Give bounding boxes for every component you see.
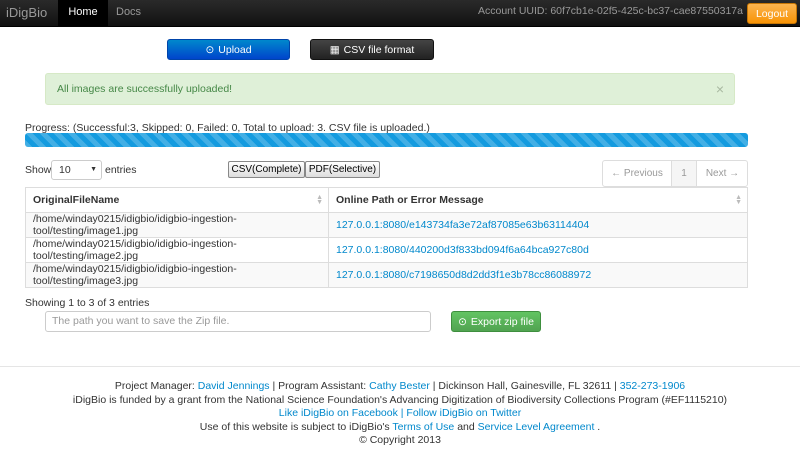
chevron-down-icon: ▼ bbox=[90, 166, 97, 173]
alert-message: All images are successfully uploaded! bbox=[57, 83, 233, 95]
next-page-button[interactable]: Next → bbox=[697, 161, 748, 186]
circle-icon: ⊙ bbox=[458, 316, 467, 328]
column-header-label: OriginalFileName bbox=[33, 194, 120, 206]
terms-link[interactable]: Terms of Use bbox=[392, 421, 454, 433]
footer-text: Use of this website is subject to iDigBi… bbox=[199, 420, 393, 433]
upload-button[interactable]: ⊙ Upload bbox=[167, 39, 290, 60]
filename-cell: /home/winday0215/idigbio/idigbio-ingesti… bbox=[25, 212, 329, 238]
logout-button[interactable]: Logout bbox=[747, 3, 797, 24]
footer-contacts: Project Manager: David Jennings | Progra… bbox=[0, 380, 800, 394]
footer-address: | Dickinson Hall, Gainesville, FL 32611 … bbox=[429, 380, 620, 392]
footer-text: and bbox=[454, 420, 478, 433]
nav-home[interactable]: Home bbox=[58, 0, 108, 27]
export-zip-label: Export zip file bbox=[470, 316, 534, 328]
footer-text: | Program Assistant: bbox=[269, 380, 370, 392]
footer-divider bbox=[0, 366, 800, 367]
column-header-path[interactable]: Online Path or Error Message ▲ ▼ bbox=[328, 187, 748, 213]
account-uuid: Account UUID: 60f7cb1e-02f5-425c-bc37-ca… bbox=[477, 5, 743, 17]
table-row: /home/winday0215/idigbio/idigbio-ingesti… bbox=[25, 212, 748, 238]
success-alert: All images are successfully uploaded! × bbox=[45, 73, 735, 105]
footer-funding: iDigBio is funded by a grant from the Na… bbox=[72, 393, 728, 406]
facebook-link[interactable]: Like iDigBio on Facebook bbox=[279, 407, 398, 419]
footer: Project Manager: David Jennings | Progra… bbox=[0, 380, 800, 448]
pa-link[interactable]: Cathy Bester bbox=[369, 380, 430, 392]
path-cell: 127.0.0.1:8080/c7198650d8d2dd3f1e3b78cc8… bbox=[328, 262, 748, 288]
upload-circle-icon: ⊙ bbox=[205, 44, 215, 56]
table-row: /home/winday0215/idigbio/idigbio-ingesti… bbox=[25, 237, 748, 263]
table-row: /home/winday0215/idigbio/idigbio-ingesti… bbox=[25, 262, 748, 288]
path-link[interactable]: 127.0.0.1:8080/c7198650d8d2dd3f1e3b78cc8… bbox=[336, 269, 591, 281]
close-icon[interactable]: × bbox=[716, 74, 724, 104]
entries-label: entries bbox=[105, 164, 137, 176]
pagination: ← Previous 1 Next → bbox=[602, 160, 748, 187]
upload-label: Upload bbox=[218, 44, 252, 56]
path-link[interactable]: 127.0.0.1:8080/e143734fa3e72af87085e63b6… bbox=[336, 219, 589, 231]
show-label: Show bbox=[25, 164, 52, 176]
nav-docs[interactable]: Docs bbox=[106, 0, 151, 27]
footer-terms: Use of this website is subject to iDigBi… bbox=[0, 421, 800, 435]
twitter-link[interactable]: Follow iDigBio on Twitter bbox=[406, 407, 521, 419]
export-csv-button[interactable]: CSV(Complete) bbox=[228, 161, 305, 178]
sort-icon: ▲ ▼ bbox=[735, 194, 742, 206]
footer-text: Project Manager: bbox=[114, 380, 198, 392]
showing-entries-info: Showing 1 to 3 of 3 entries bbox=[25, 297, 150, 309]
footer-text: . bbox=[594, 420, 601, 433]
path-cell: 127.0.0.1:8080/e143734fa3e72af87085e63b6… bbox=[328, 212, 748, 238]
footer-copyright: © Copyright 2013 bbox=[359, 434, 441, 446]
pm-link[interactable]: David Jennings bbox=[198, 380, 270, 392]
filename-cell: /home/winday0215/idigbio/idigbio-ingesti… bbox=[25, 262, 329, 288]
table-icon: ▦ bbox=[329, 44, 340, 56]
path-cell: 127.0.0.1:8080/440200d3f833bd094f6a64bca… bbox=[328, 237, 748, 263]
footer-social: Like iDigBio on Facebook | Follow iDigBi… bbox=[0, 407, 800, 421]
csv-format-label: CSV file format bbox=[343, 44, 415, 56]
column-header-filename[interactable]: OriginalFileName ▲ ▼ bbox=[25, 187, 329, 213]
export-pdf-button[interactable]: PDF(Selective) bbox=[305, 161, 380, 178]
page-size-value: 10 bbox=[59, 164, 71, 176]
table-header-row: OriginalFileName ▲ ▼ Online Path or Error… bbox=[25, 187, 748, 213]
page-size-select[interactable]: 10 ▼ bbox=[51, 160, 102, 180]
results-table: OriginalFileName ▲ ▼ Online Path or Error… bbox=[25, 187, 748, 288]
csv-format-button[interactable]: ▦ CSV file format bbox=[310, 39, 434, 60]
previous-page-button[interactable]: ← Previous bbox=[603, 161, 672, 186]
page-number-button[interactable]: 1 bbox=[672, 161, 697, 186]
progress-fill bbox=[25, 133, 748, 147]
export-zip-button[interactable]: ⊙ Export zip file bbox=[451, 311, 541, 332]
column-header-label: Online Path or Error Message bbox=[336, 194, 484, 206]
sort-icon: ▲ ▼ bbox=[316, 194, 323, 206]
phone-link[interactable]: 352-273-1906 bbox=[620, 380, 685, 392]
zip-path-input[interactable]: The path you want to save the Zip file. bbox=[45, 311, 431, 332]
progress-bar bbox=[25, 133, 748, 147]
brand-logo[interactable]: iDigBio bbox=[6, 5, 47, 20]
path-link[interactable]: 127.0.0.1:8080/440200d3f833bd094f6a64bca… bbox=[336, 244, 589, 256]
navbar: iDigBio Home Docs Account UUID: 60f7cb1e… bbox=[0, 0, 800, 27]
filename-cell: /home/winday0215/idigbio/idigbio-ingesti… bbox=[25, 237, 329, 263]
sla-link[interactable]: Service Level Agreement bbox=[478, 421, 595, 433]
